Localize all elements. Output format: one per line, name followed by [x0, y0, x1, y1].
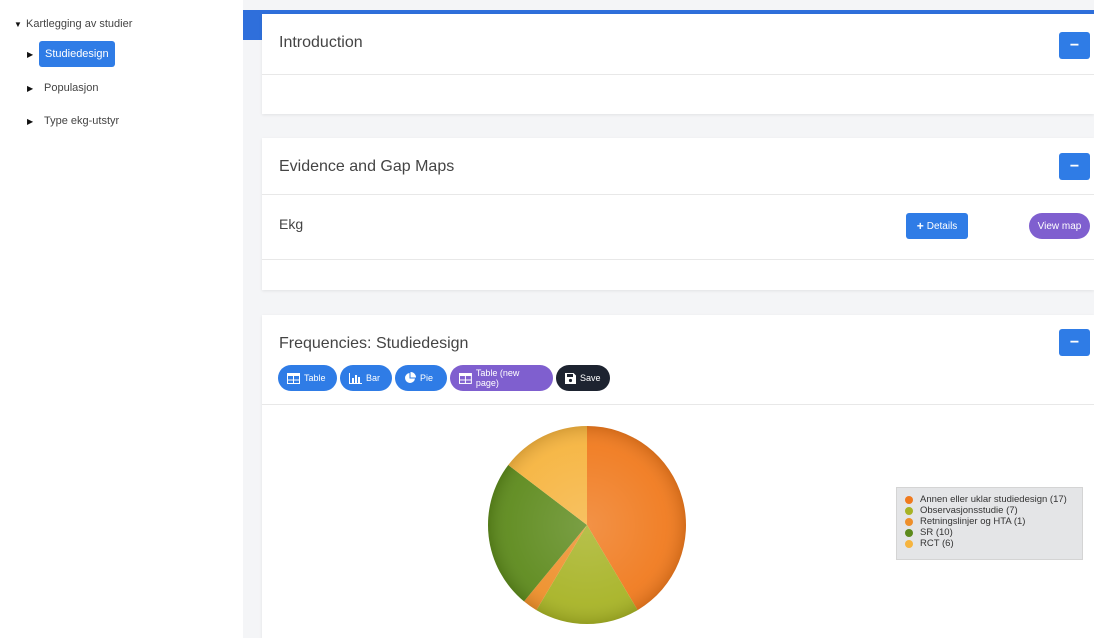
legend-swatch: [905, 495, 913, 504]
map-name: Ekg: [279, 216, 304, 232]
tree-root-label[interactable]: Kartlegging av studier: [26, 18, 132, 30]
card-title: Frequencies: Studiedesign: [279, 335, 469, 352]
legend-label: RCT (6): [920, 538, 954, 549]
legend-label: Observasjonsstudie (7): [920, 505, 1018, 516]
legend-item[interactable]: SR (10): [905, 527, 1082, 538]
caret-right-icon[interactable]: ▶: [27, 117, 39, 126]
sidebar-item-label[interactable]: Populasjon: [39, 78, 103, 98]
card-title: Evidence and Gap Maps: [279, 158, 455, 175]
table-label: Table: [304, 373, 326, 383]
sidebar-item-studiedesign[interactable]: ▶ Studiedesign: [27, 41, 115, 67]
legend-label: Retningslinjer og HTA (1): [920, 516, 1026, 527]
sidebar-item-type-ekg-utstyr[interactable]: ▶ Type ekg-utstyr: [27, 111, 124, 131]
legend-swatch: [905, 506, 913, 515]
pie-chart: [488, 426, 686, 624]
floppy-disk-icon: [565, 372, 576, 384]
caret-right-icon[interactable]: ▶: [27, 50, 39, 59]
chart-toolbar: Table Bar Pie Table (new page) Save: [278, 365, 610, 391]
collapse-button[interactable]: −: [1059, 153, 1090, 180]
bar-chart-icon: [349, 372, 362, 384]
legend-swatch: [905, 517, 913, 526]
collapse-button[interactable]: −: [1059, 32, 1090, 59]
table-icon: [287, 372, 300, 384]
card-header: Frequencies: Studiedesign − Table Bar Pi…: [262, 315, 1094, 405]
legend-label: SR (10): [920, 527, 953, 538]
collapse-button[interactable]: −: [1059, 329, 1090, 356]
save-label: Save: [580, 373, 601, 383]
legend-item[interactable]: RCT (6): [905, 538, 1082, 549]
card-header: Evidence and Gap Maps −: [262, 138, 1094, 195]
legend-label: Annen eller uklar studiedesign (17): [920, 494, 1067, 505]
chart-legend: Annen eller uklar studiedesign (17) Obser…: [896, 487, 1083, 560]
evidence-gap-maps-card: Evidence and Gap Maps − Ekg + Details Vi…: [262, 138, 1094, 290]
table-new-page-button[interactable]: Table (new page): [450, 365, 553, 391]
details-label: Details: [926, 220, 958, 232]
tree-node-root[interactable]: ▼ Kartlegging av studier: [14, 18, 132, 30]
table-new-page-label: Table (new page): [475, 368, 520, 388]
legend-item[interactable]: Observasjonsstudie (7): [905, 505, 1082, 516]
map-row: Ekg + Details View map: [262, 195, 1094, 260]
plus-icon: +: [916, 219, 924, 233]
caret-down-icon[interactable]: ▼: [14, 20, 26, 29]
legend-swatch: [905, 528, 913, 537]
legend-item[interactable]: Retningslinjer og HTA (1): [905, 516, 1082, 527]
details-button[interactable]: + Details: [906, 213, 968, 239]
bar-button[interactable]: Bar: [340, 365, 392, 391]
save-button[interactable]: Save: [556, 365, 610, 391]
pie-chart-icon: [405, 372, 416, 383]
sidebar-item-label[interactable]: Type ekg-utstyr: [39, 111, 124, 131]
legend-swatch: [905, 539, 913, 548]
card-header: Introduction −: [262, 14, 1094, 75]
view-map-button[interactable]: View map: [1029, 213, 1090, 239]
caret-right-icon[interactable]: ▶: [27, 84, 39, 93]
legend-item[interactable]: Annen eller uklar studiedesign (17): [905, 494, 1082, 505]
card-title: Introduction: [279, 34, 363, 51]
table-button[interactable]: Table: [278, 365, 337, 391]
sidebar-item-label[interactable]: Studiedesign: [39, 41, 115, 67]
introduction-card: Introduction −: [262, 14, 1094, 114]
pie-button[interactable]: Pie: [395, 365, 447, 391]
sidebar-item-populasjon[interactable]: ▶ Populasjon: [27, 78, 103, 98]
bar-label: Bar: [366, 373, 381, 383]
table-icon: [459, 372, 472, 384]
pie-label: Pie: [420, 373, 434, 383]
sidebar-tree: ▼ Kartlegging av studier ▶ Studiedesign …: [0, 0, 243, 638]
